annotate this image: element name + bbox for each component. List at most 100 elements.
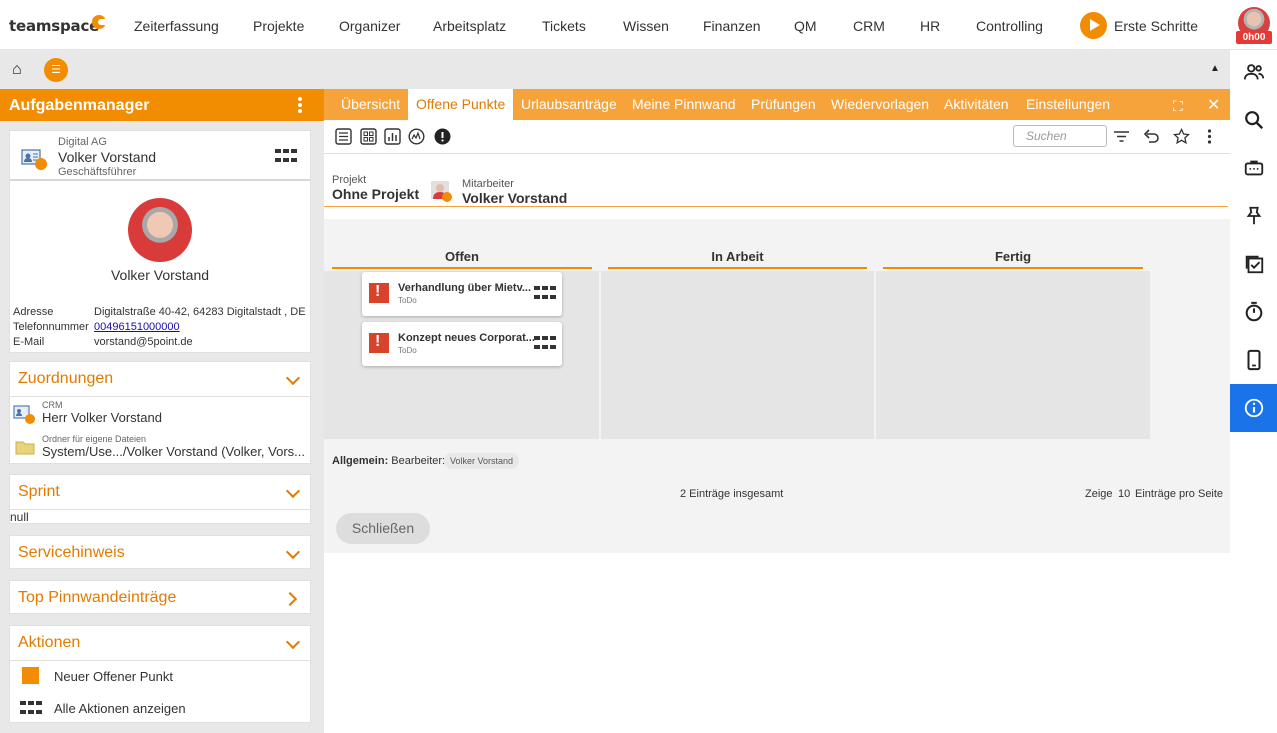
tab-uebersicht[interactable]: Übersicht	[341, 96, 400, 112]
nav-projekte[interactable]: Projekte	[253, 18, 304, 34]
mobile-phone-icon[interactable]	[1230, 338, 1277, 382]
tab-bar: Übersicht Offene Punkte Urlaubsanträge M…	[324, 89, 1230, 120]
sprint-title: Sprint	[18, 483, 60, 500]
nav-organizer[interactable]: Organizer	[339, 18, 400, 34]
chevron-down-icon[interactable]	[285, 634, 301, 650]
per-page-select[interactable]: 10	[1118, 488, 1130, 500]
folder-icon	[15, 441, 35, 455]
column-offen-title: Offen	[445, 249, 479, 264]
more-options-icon[interactable]	[298, 97, 302, 113]
tab-urlaubsantraege[interactable]: Urlaubsanträge	[521, 96, 617, 112]
briefcase-icon[interactable]	[1230, 146, 1277, 190]
task-title: Konzept neues Corporat...	[398, 332, 535, 344]
projekt-value[interactable]: Ohne Projekt	[332, 186, 419, 202]
apps-grid-icon[interactable]	[534, 286, 556, 302]
zeige-label: Zeige	[1085, 488, 1113, 500]
nav-zeiterfassung[interactable]: Zeiterfassung	[134, 18, 219, 34]
apps-grid-icon[interactable]	[275, 149, 297, 165]
contact-name[interactable]: Volker Vorstand	[58, 149, 156, 165]
folder-value[interactable]: System/Use.../Volker Vorstand (Volker, V…	[42, 444, 305, 459]
column-offen[interactable]: Verhandlung über Mietv... ToDo Konzept n…	[324, 271, 599, 439]
undo-icon[interactable]	[1143, 128, 1160, 145]
action-new-item[interactable]: Neuer Offener Punkt	[10, 664, 310, 690]
zuordnungen-header[interactable]: Zuordnungen	[10, 362, 310, 396]
sprint-section: Sprint null	[9, 474, 311, 524]
sprint-header[interactable]: Sprint	[10, 475, 310, 509]
teamspace-logo[interactable]: teamspace	[9, 17, 99, 35]
nav-crm[interactable]: CRM	[853, 18, 885, 34]
more-options-icon[interactable]	[1201, 128, 1218, 145]
nav-controlling[interactable]: Controlling	[976, 18, 1043, 34]
tab-pruefungen[interactable]: Prüfungen	[751, 96, 816, 112]
apps-grid-icon[interactable]	[534, 336, 556, 352]
allgemein-label: Allgemein: Bearbeiter:	[332, 455, 446, 467]
tab-einstellungen[interactable]: Einstellungen	[1026, 96, 1110, 112]
chart-view-icon[interactable]	[384, 128, 401, 145]
column-fertig-title: Fertig	[994, 249, 1032, 264]
menu-icon[interactable]: ☰	[44, 58, 68, 82]
filter-divider	[324, 206, 1228, 207]
phone-label: Telefonnummer	[13, 321, 89, 333]
erste-schritte-link[interactable]: Erste Schritte	[1114, 18, 1198, 34]
aktionen-header[interactable]: Aktionen	[10, 626, 310, 660]
home-icon[interactable]: ⌂	[12, 61, 22, 79]
contact-role: Geschäftsführer	[58, 166, 137, 178]
servicehinweis-header[interactable]: Servicehinweis	[10, 536, 310, 570]
gauge-view-icon[interactable]	[408, 128, 425, 145]
per-page-suffix: Einträge pro Seite	[1135, 488, 1224, 500]
action-show-all[interactable]: Alle Aktionen anzeigen	[10, 696, 310, 722]
nav-arbeitsplatz[interactable]: Arbeitsplatz	[433, 18, 506, 34]
nav-tickets[interactable]: Tickets	[542, 18, 586, 34]
column-fertig[interactable]	[876, 271, 1150, 439]
people-icon[interactable]	[1230, 50, 1277, 94]
star-icon[interactable]	[1173, 128, 1190, 145]
filter-icon[interactable]	[1113, 128, 1130, 145]
phone-link[interactable]: 00496151000000	[94, 321, 180, 333]
nav-qm[interactable]: QM	[794, 18, 817, 34]
mitarbeiter-avatar	[431, 181, 452, 202]
bearbeiter-chip[interactable]: Volker Vorstand	[444, 453, 520, 469]
chevron-down-icon[interactable]	[285, 370, 301, 386]
divider	[10, 509, 310, 510]
stopwatch-icon[interactable]	[1230, 290, 1277, 334]
close-button[interactable]: Schließen	[336, 513, 430, 544]
crm-value[interactable]: Herr Volker Vorstand	[42, 410, 162, 425]
tab-aktivitaeten[interactable]: Aktivitäten	[944, 96, 1009, 112]
pin-icon[interactable]	[1230, 194, 1277, 238]
fullscreen-icon[interactable]: ⛶	[1173, 98, 1183, 115]
alert-icon[interactable]	[434, 128, 451, 145]
chevron-down-icon[interactable]	[285, 483, 301, 499]
tab-meine-pinnwand[interactable]: Meine Pinnwand	[632, 96, 736, 112]
chevron-down-icon[interactable]	[285, 544, 301, 560]
timer-badge[interactable]: 0h00	[1236, 31, 1272, 44]
task-card[interactable]: Verhandlung über Mietv... ToDo	[362, 272, 562, 316]
search-input[interactable]: Suchen	[1013, 125, 1107, 147]
crm-label: CRM	[42, 400, 63, 410]
close-icon[interactable]: ✕	[1207, 95, 1220, 115]
tab-wiedervorlagen[interactable]: Wiedervorlagen	[831, 96, 929, 112]
board-view-icon[interactable]	[360, 128, 377, 145]
task-card[interactable]: Konzept neues Corporat... ToDo	[362, 322, 562, 366]
nav-wissen[interactable]: Wissen	[623, 18, 669, 34]
zuordnungen-section: Zuordnungen CRM Herr Volker Vorstand Ord…	[9, 361, 311, 464]
tab-offene-punkte[interactable]: Offene Punkte	[408, 89, 514, 120]
chevron-right-icon[interactable]	[282, 591, 298, 607]
crm-contact-icon	[13, 405, 35, 424]
search-icon[interactable]	[1230, 98, 1277, 142]
top-pinnwand-header[interactable]: Top Pinnwandeinträge	[10, 581, 310, 615]
column-in-arbeit-line	[608, 267, 867, 269]
contact-card: Digital AG Volker Vorstand Geschäftsführ…	[9, 130, 311, 353]
checklist-icon[interactable]	[1230, 242, 1277, 286]
sub-toolbar: ⌂ ☰ ▲	[0, 50, 1230, 89]
column-in-arbeit[interactable]	[601, 271, 874, 439]
mitarbeiter-value[interactable]: Volker Vorstand	[462, 190, 567, 206]
sprint-value: null	[10, 510, 29, 524]
email-value: vorstand@5point.de	[94, 336, 193, 348]
info-icon[interactable]	[1230, 384, 1277, 432]
nav-hr[interactable]: HR	[920, 18, 940, 34]
collapse-up-icon[interactable]: ▲	[1210, 63, 1220, 74]
nav-finanzen[interactable]: Finanzen	[703, 18, 761, 34]
top-navigation: teamspace Zeiterfassung Projekte Organiz…	[0, 0, 1277, 50]
list-view-icon[interactable]	[335, 128, 352, 145]
play-icon[interactable]	[1080, 12, 1107, 39]
